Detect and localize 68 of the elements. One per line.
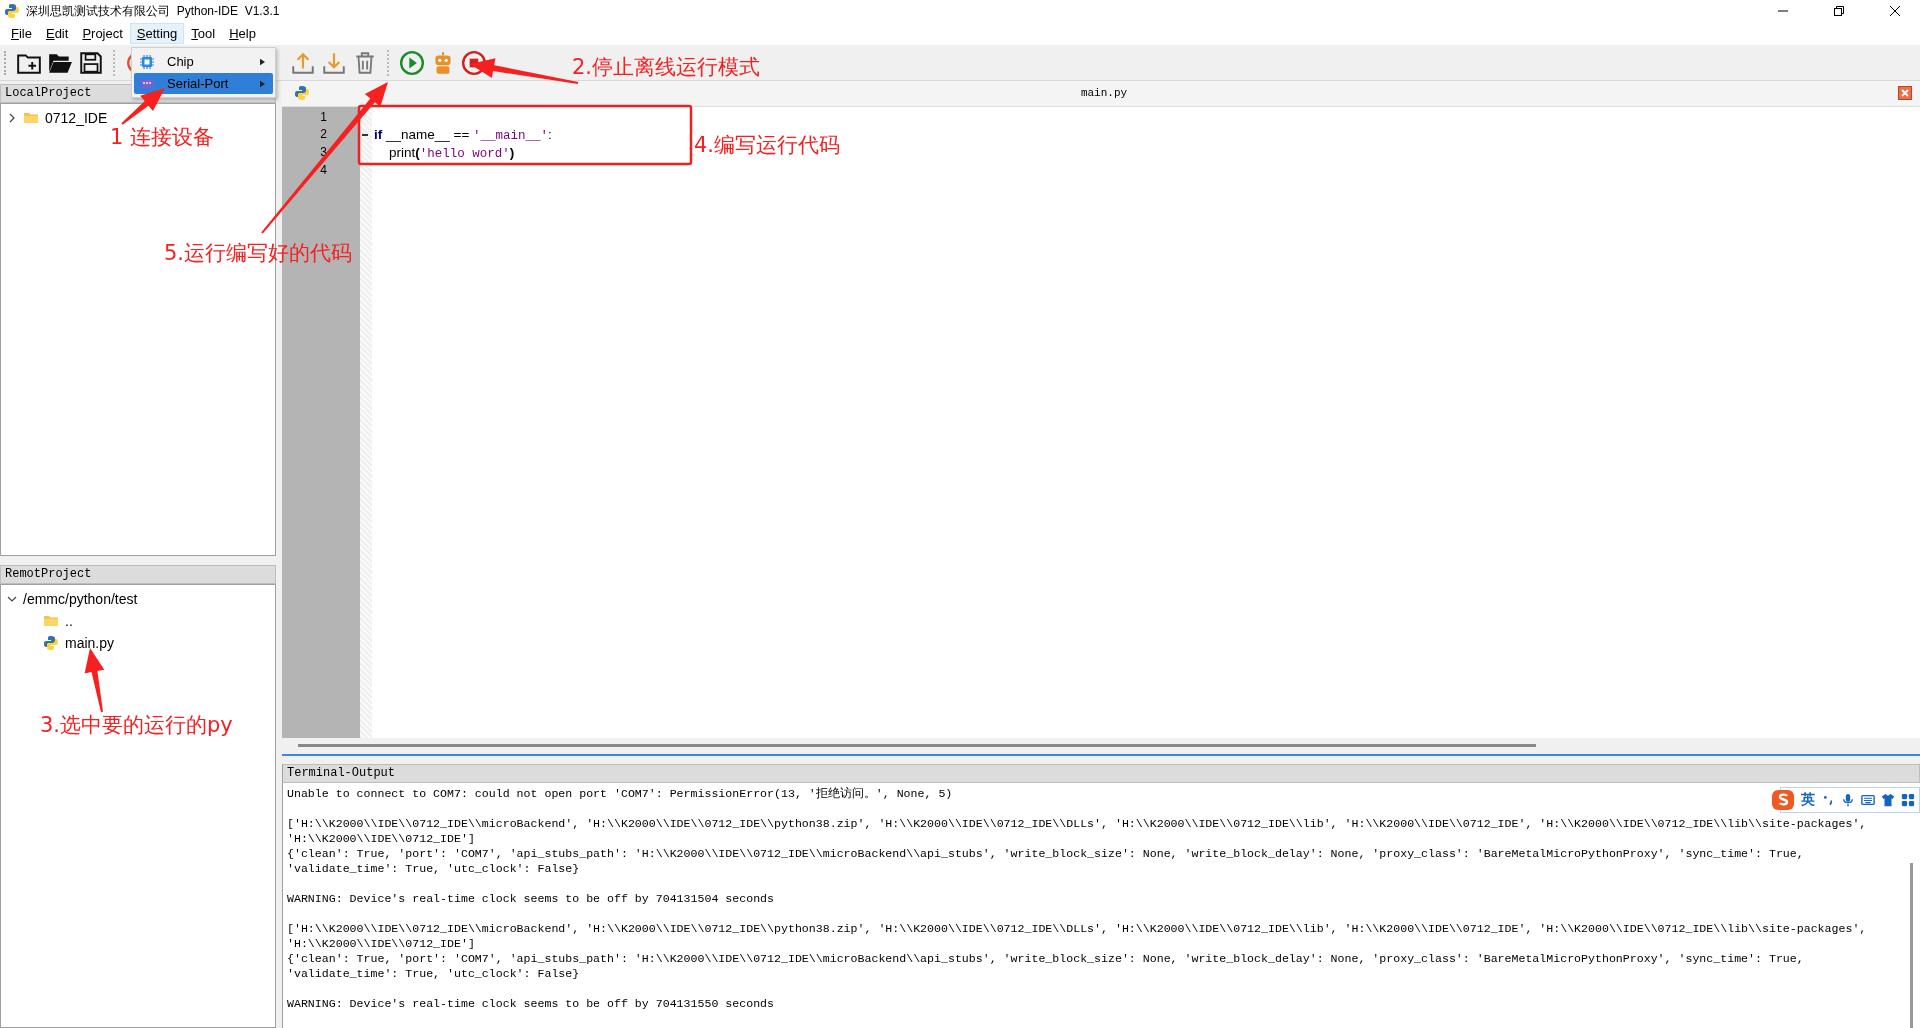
code-token: ) <box>509 145 515 161</box>
terminal-line: Unable to connect to COM7: could not open port 'COM7': PermissionError(13, '拒绝访问。', None, 5) <box>287 786 953 801</box>
folder-icon <box>23 110 39 126</box>
fold-marker[interactable] <box>362 134 368 136</box>
code-token: : <box>548 127 552 143</box>
line-number: 4 <box>319 161 328 179</box>
restore-icon[interactable] <box>1833 5 1845 17</box>
menu-item[interactable]: File <box>4 23 39 44</box>
terminal-line: 'H:\\K2000\\IDE\\0712_IDE'] <box>287 831 475 846</box>
panel-header: RemotProject <box>0 565 276 584</box>
code-token: if <box>374 127 383 143</box>
window-title: 深圳思凯测试技术有限公司 Python-IDE V1.3.1 <box>26 2 280 20</box>
python-logo-icon <box>4 3 20 19</box>
code-token: '__main__' <box>473 129 549 144</box>
submenu-arrow-icon <box>260 79 265 88</box>
menu-item[interactable]: Chip <box>134 51 273 72</box>
annotation-label: 3.选中要的运行的py <box>40 712 233 738</box>
annotation-label: 2.停止离线运行模式 <box>572 54 761 80</box>
panel-header: Terminal-Output <box>282 764 1920 783</box>
menu-item[interactable]: Help <box>222 23 263 44</box>
menu-item[interactable]: Tool <box>184 23 223 44</box>
annotation-label: 4.编写运行代码 <box>694 132 841 158</box>
python-file-icon <box>294 85 310 102</box>
code-token: ( <box>415 145 420 161</box>
terminal-line: WARNING: Device's real-time clock seems to be off by 704131504 seconds <box>287 891 775 906</box>
python-file-icon <box>43 635 59 651</box>
tree-item[interactable]: main.py <box>65 635 115 651</box>
code-token: __name__ == <box>384 127 471 143</box>
scrollbar-thumb[interactable] <box>298 744 1536 748</box>
close-tab-icon[interactable] <box>1898 86 1912 101</box>
input-method-logo-icon[interactable] <box>1771 788 1795 812</box>
microphone-icon[interactable] <box>1841 793 1855 807</box>
chevron-icon[interactable] <box>7 594 17 604</box>
code-token: print <box>388 145 416 161</box>
menu-item[interactable]: Project <box>75 23 130 44</box>
chevron-icon[interactable] <box>7 113 17 123</box>
code-token: 'hello word' <box>419 147 510 162</box>
menu-item[interactable]: Edit <box>38 23 76 44</box>
terminal-line: ['H:\\K2000\\IDE\\0712_IDE\\microBackend', 'H:\\K2000\\IDE\\0712_IDE\\python38.zip', 'H:\\K2000\\IDE\\0712_IDE\\DLLs', 'H:\\K2000\\IDE\\0712_IDE\\lib', 'H:\\K2000\\IDE\\0712_IDE', 'H:\\K2000\\IDE\\0712_IDE\\lib\\site-packages', <box>287 816 1867 831</box>
menu-item[interactable]: Setting <box>129 23 185 44</box>
tree-item[interactable]: 0712_IDE <box>45 110 108 126</box>
input-mode-label[interactable]: 英 <box>1801 791 1815 809</box>
chip-icon <box>139 53 155 70</box>
terminal-line: ['H:\\K2000\\IDE\\0712_IDE\\microBackend', 'H:\\K2000\\IDE\\0712_IDE\\python38.zip', 'H:\\K2000\\IDE\\0712_IDE\\DLLs', 'H:\\K2000\\IDE\\0712_IDE\\lib', 'H:\\K2000\\IDE\\0712_IDE', 'H:\\K2000\\IDE\\0712_IDE\\lib\\site-packages', <box>287 921 1867 936</box>
folder-icon <box>43 613 59 629</box>
terminal-line: 'validate_time': True, 'utc_clock': False} <box>287 966 580 981</box>
close-icon[interactable] <box>1889 5 1901 17</box>
terminal-line: 'H:\\K2000\\IDE\\0712_IDE'] <box>287 936 475 951</box>
line-number: 2 <box>319 126 328 144</box>
punctuation-icon[interactable] <box>1821 793 1835 807</box>
terminal-line: 'validate_time': True, 'utc_clock': False} <box>287 861 580 876</box>
terminal-line: {'clean': True, 'port': 'COM7', 'api_stubs_path': 'H:\\K2000\\IDE\\0712_IDE\\microBackend\\api_stubs', 'write_block_size': None, 'write_block_delay': None, 'proxy_class': 'BareMetalMicroPythonProxy', 'sync_time': True, <box>287 951 1804 966</box>
annotation-label: 1 连接设备 <box>110 124 215 150</box>
annotation-arrow <box>121 88 165 125</box>
run-icon[interactable] <box>399 49 425 76</box>
tree-item[interactable]: /emmc/python/test <box>23 591 138 607</box>
grid-icon[interactable] <box>1901 793 1915 807</box>
shirt-icon[interactable] <box>1881 793 1895 807</box>
line-number: 1 <box>319 108 328 126</box>
menu-item[interactable]: Serial-Port <box>134 73 273 94</box>
tree-item[interactable]: .. <box>65 613 73 629</box>
submenu-arrow-icon <box>260 57 265 66</box>
annotation-label: 5.运行编写好的代码 <box>164 240 353 266</box>
save-icon[interactable] <box>78 49 104 76</box>
terminal-line: {'clean': True, 'port': 'COM7', 'api_stubs_path': 'H:\\K2000\\IDE\\0712_IDE\\microBackend\\api_stubs', 'write_block_size': None, 'write_block_delay': None, 'proxy_class': 'BareMetalMicroPythonProxy', 'sync_time': True, <box>287 846 1804 861</box>
scrollbar-thumb[interactable] <box>1910 863 1913 1028</box>
terminal-line: WARNING: Device's real-time clock seems to be off by 704131550 seconds <box>287 996 775 1011</box>
keyboard-icon[interactable] <box>1861 793 1875 807</box>
